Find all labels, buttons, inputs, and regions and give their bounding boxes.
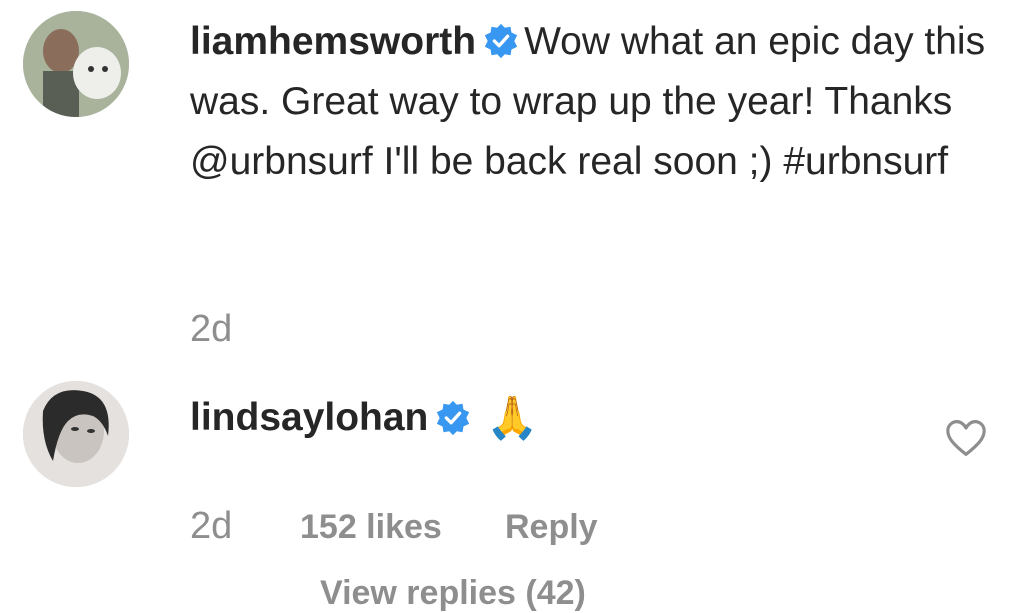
comment-2-timestamp[interactable]: 2d: [190, 505, 232, 548]
verified-badge-icon: [434, 399, 472, 437]
comment-1-text: liamhemsworth Wow what an epic day this w…: [190, 12, 1000, 192]
avatar-lindsaylohan[interactable]: [23, 381, 129, 487]
username-lindsaylohan[interactable]: lindsaylohan: [190, 388, 428, 448]
comment-2: lindsaylohan 🙏: [190, 388, 539, 448]
hashtag-link[interactable]: #urbnsurf: [783, 140, 948, 183]
view-replies-button[interactable]: View replies (42): [320, 574, 586, 613]
verified-badge-icon: [482, 22, 520, 60]
reply-button[interactable]: Reply: [505, 508, 598, 547]
comment-1-timestamp[interactable]: 2d: [190, 308, 232, 351]
mention-link[interactable]: @urbnsurf: [190, 140, 373, 183]
pray-emoji: 🙏: [486, 394, 539, 441]
heart-icon[interactable]: [944, 418, 988, 458]
comment-1-body-end: I'll be back real soon ;): [372, 140, 784, 183]
avatar-liamhemsworth[interactable]: [23, 11, 129, 117]
username-liamhemsworth[interactable]: liamhemsworth: [190, 20, 476, 63]
likes-count[interactable]: 152 likes: [300, 508, 442, 547]
